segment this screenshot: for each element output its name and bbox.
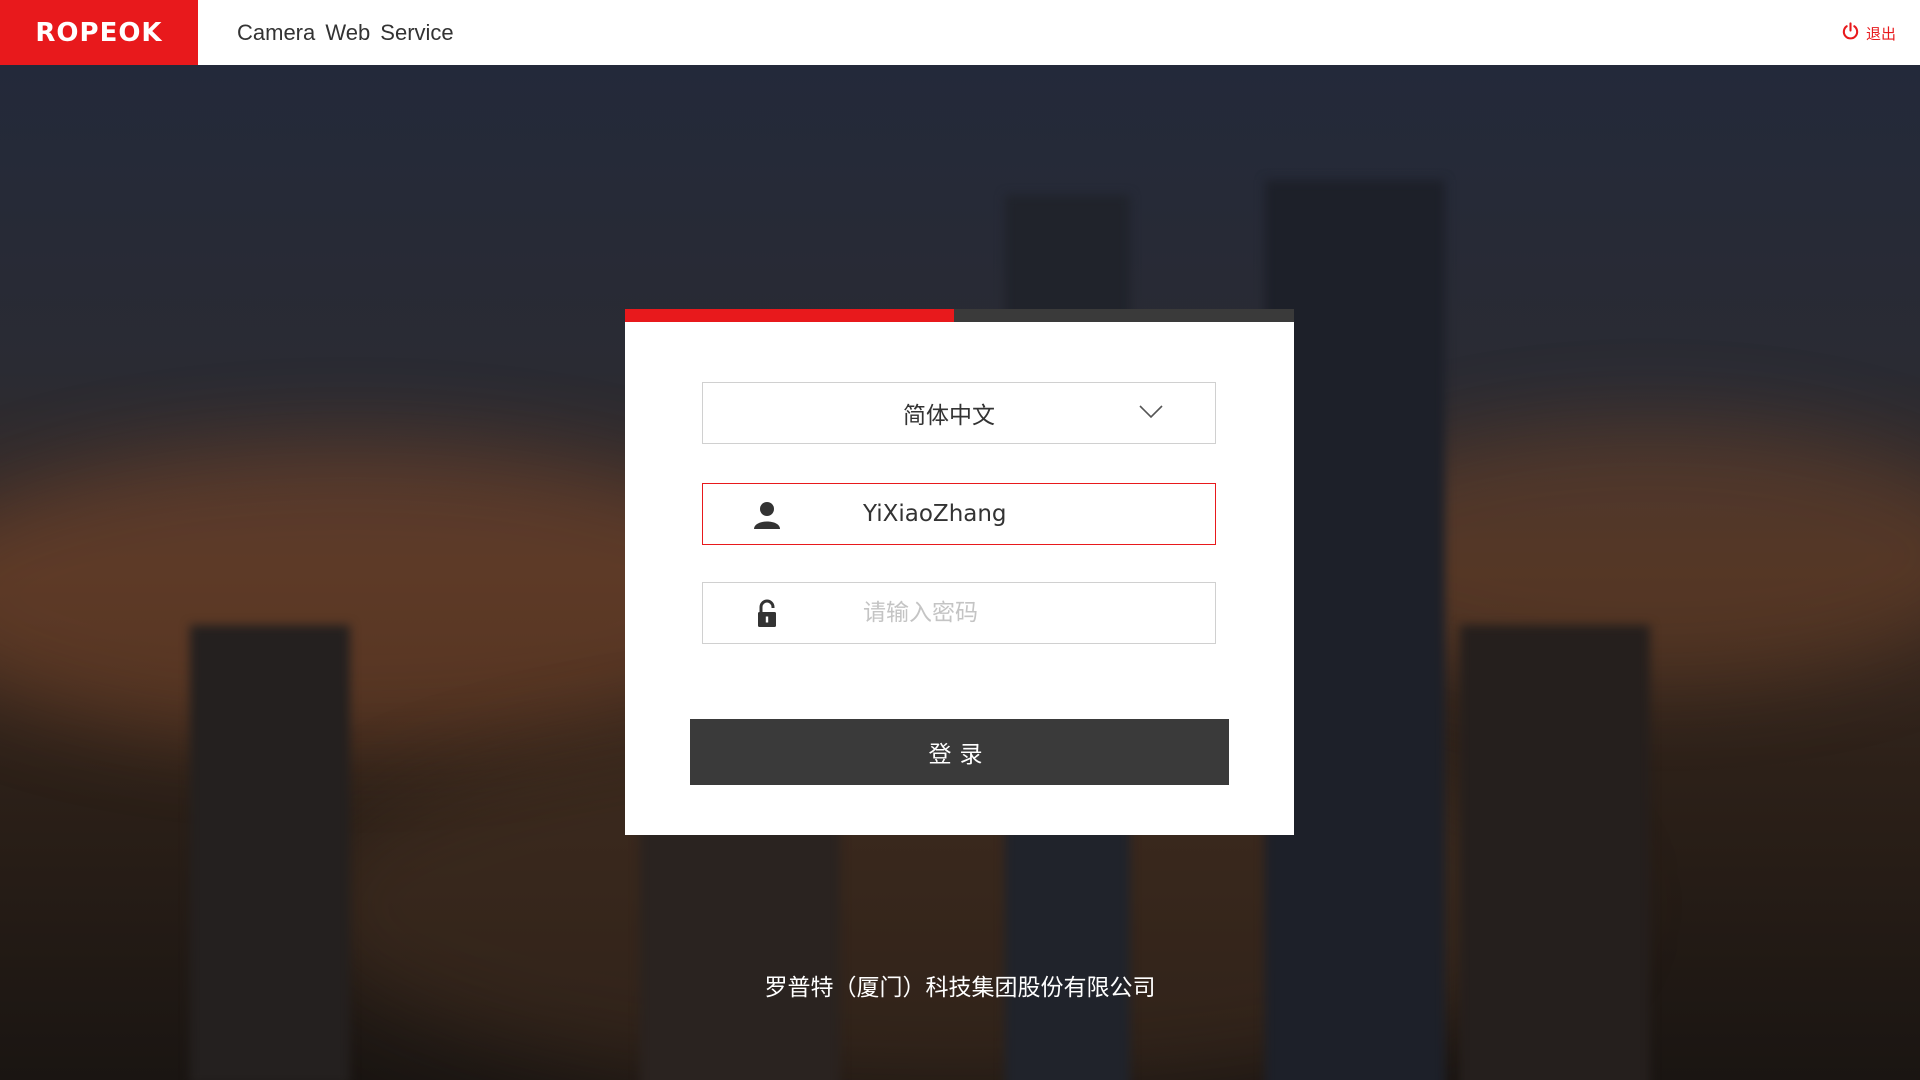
user-icon [754, 502, 780, 529]
login-card-tabbar [625, 309, 1294, 322]
power-icon [1841, 22, 1860, 45]
background-building [190, 625, 350, 1080]
background-building [1460, 625, 1650, 1080]
username-input[interactable] [863, 494, 1183, 534]
logout-button[interactable]: 退出 [1841, 22, 1896, 45]
lock-icon [758, 599, 776, 627]
username-field[interactable] [702, 483, 1216, 545]
brand-logo: ROPEOK [0, 0, 198, 65]
logout-label: 退出 [1865, 25, 1896, 43]
login-card: 简体中文 登录 [625, 322, 1294, 835]
chevron-down-icon [1139, 405, 1163, 419]
login-card-active-tab [625, 309, 954, 322]
password-input[interactable] [863, 593, 1183, 633]
login-button[interactable]: 登录 [690, 719, 1229, 785]
top-header: ROPEOK Camera Web Service 退出 [0, 0, 1920, 65]
app-title: Camera Web Service [237, 20, 454, 45]
company-footer: 罗普特（厦门）科技集团股份有限公司 [764, 975, 1156, 1001]
language-select-value: 简体中文 [903, 403, 995, 429]
password-field[interactable] [702, 582, 1216, 644]
language-select[interactable]: 简体中文 [702, 382, 1216, 444]
